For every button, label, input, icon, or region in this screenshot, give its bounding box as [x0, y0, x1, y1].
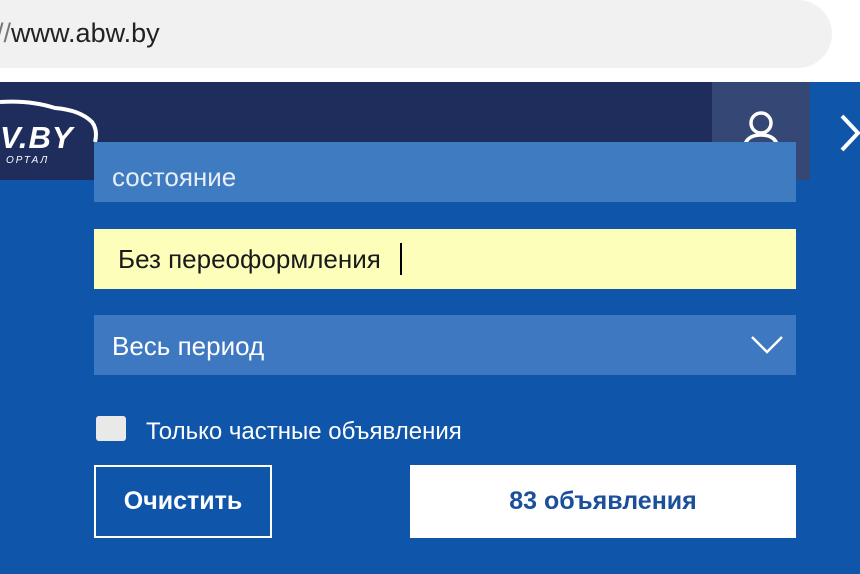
- url-field[interactable]: os://www.abw.by: [0, 0, 832, 68]
- url-host: www.abw.by: [11, 18, 160, 48]
- chevron-right-icon: [840, 114, 860, 152]
- registration-input[interactable]: [94, 229, 796, 289]
- period-select[interactable]: Весь период: [94, 315, 796, 375]
- chevron-down-icon: [751, 336, 783, 354]
- condition-select-value: состояние: [112, 162, 237, 192]
- clear-button[interactable]: Очистить: [94, 465, 272, 538]
- text-caret: [400, 243, 402, 275]
- url-text: os://www.abw.by: [0, 18, 160, 49]
- logo-subtext: ОРТАЛ: [6, 155, 50, 166]
- show-results-button[interactable]: 83 объявления: [410, 465, 796, 538]
- condition-select[interactable]: состояние: [94, 142, 796, 202]
- private-only-label[interactable]: Только частные объявления: [146, 416, 462, 441]
- private-only-checkbox[interactable]: [96, 416, 126, 441]
- url-separator: ://: [0, 18, 12, 48]
- period-select-value: Весь период: [112, 331, 265, 361]
- browser-address-bar: os://www.abw.by: [0, 0, 860, 82]
- logo-text: V.BY: [0, 120, 74, 155]
- close-menu-button[interactable]: [812, 82, 860, 180]
